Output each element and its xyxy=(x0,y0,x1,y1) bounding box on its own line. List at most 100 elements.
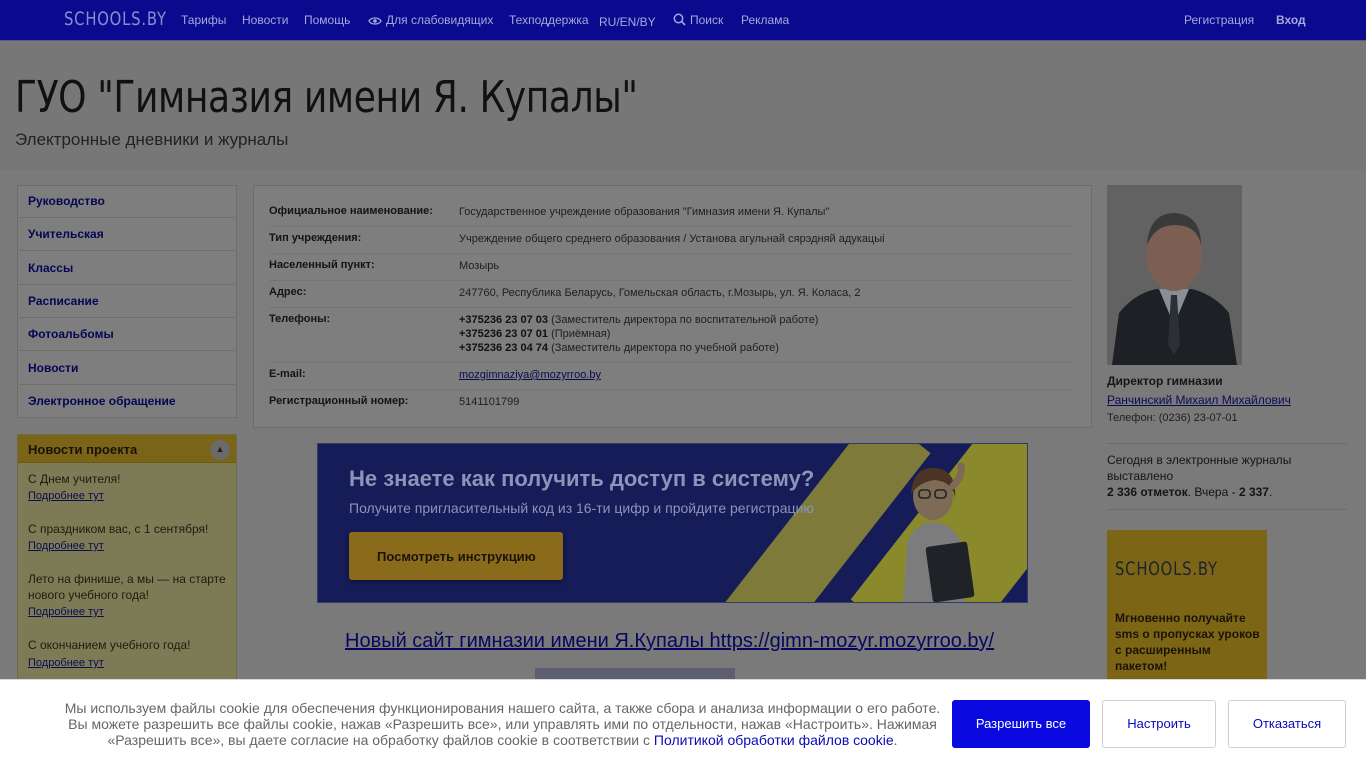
registration-number-label: Регистрационный номер: xyxy=(269,395,409,407)
phone-line: +375236 23 07 01 (Приёмная) xyxy=(459,327,610,341)
login-link[interactable]: Вход xyxy=(1276,13,1306,27)
phone-note: (Заместитель директора по учебной работе… xyxy=(551,342,779,354)
nav-link-ads[interactable]: Реклама xyxy=(741,13,789,27)
phone-note: (Приёмная) xyxy=(551,328,611,340)
news-item-more-link[interactable]: Подробнее тут xyxy=(28,657,104,669)
director-portrait xyxy=(1107,185,1242,365)
news-item-more-link[interactable]: Подробнее тут xyxy=(28,540,104,552)
sidebar-item-teachers[interactable]: Учительская xyxy=(28,227,104,241)
view-instructions-button[interactable]: Посмотреть инструкцию xyxy=(349,532,563,580)
cookie-text-end: . xyxy=(893,732,898,748)
address-label: Адрес: xyxy=(269,286,307,298)
phone-number[interactable]: +375236 23 07 03 xyxy=(459,314,548,326)
sidebar-menu: Руководство Учительская Классы Расписани… xyxy=(17,185,237,418)
view-instructions-label: Посмотреть инструкцию xyxy=(377,549,536,564)
collapse-up-icon[interactable]: ▲ xyxy=(210,440,230,460)
register-link[interactable]: Регистрация xyxy=(1184,13,1254,27)
news-item-title: Лето на финише, а мы — на старте нового … xyxy=(28,572,226,602)
stats-prefix: Сегодня в электронные журналы выставлено xyxy=(1107,453,1292,483)
divider xyxy=(269,389,1074,390)
stats-yesterday: 2 337 xyxy=(1238,485,1269,499)
locality-value: Мозырь xyxy=(459,260,500,272)
phone-line: +375236 23 04 74 (Заместитель директора … xyxy=(459,341,779,355)
divider xyxy=(19,250,235,251)
divider xyxy=(1107,443,1347,444)
director-photo xyxy=(1107,185,1242,365)
language-switcher[interactable]: RU/EN/BY xyxy=(599,15,656,29)
nav-link-low-vision-label: Для слабовидящих xyxy=(386,13,494,27)
divider xyxy=(19,384,235,385)
sms-advertisement[interactable]: SCHOOLS.BY Мгновенно получайте sms о про… xyxy=(1107,530,1267,690)
divider xyxy=(19,284,235,285)
registration-number-value: 5141101799 xyxy=(459,396,520,408)
divider xyxy=(19,217,235,218)
locality-label: Населенный пункт: xyxy=(269,259,375,271)
nav-link-tariffs[interactable]: Тарифы xyxy=(181,13,226,27)
email-label: E-mail: xyxy=(269,368,306,380)
phones-label: Телефоны: xyxy=(269,313,331,325)
divider xyxy=(269,253,1074,254)
divider xyxy=(269,362,1074,363)
page-subtitle: Электронные дневники и журналы xyxy=(15,130,289,149)
banner-title: Не знаете как получить доступ в систему? xyxy=(349,466,815,491)
school-info-card: Официальное наименование: Государственно… xyxy=(253,185,1092,428)
cookie-settings-button[interactable]: Настроить xyxy=(1102,700,1216,748)
top-navigation-bar: SCHOOLS.BY Тарифы Новости Помощь Для сла… xyxy=(0,0,1366,41)
institution-type-value: Учреждение общего среднего образования /… xyxy=(459,233,885,245)
email-value: mozgimnaziya@mozyrroo.by xyxy=(459,368,601,382)
phone-number[interactable]: +375236 23 07 01 xyxy=(459,328,548,340)
divider xyxy=(269,307,1074,308)
eye-icon xyxy=(368,17,382,25)
ad-text: Мгновенно получайте sms о пропусках урок… xyxy=(1115,611,1260,673)
allow-all-cookies-button[interactable]: Разрешить все xyxy=(952,700,1090,748)
ad-logo: SCHOOLS.BY xyxy=(1115,558,1218,580)
nav-link-support[interactable]: Техподдержка xyxy=(509,13,589,27)
official-name-label: Официальное наименование: xyxy=(269,205,433,217)
new-site-link[interactable]: Новый сайт гимназии имени Я.Купалы https… xyxy=(345,630,994,653)
director-name-link[interactable]: Ранчинский Михаил Михайлович xyxy=(1107,393,1291,407)
address-value: 247760, Республика Беларусь, Гомельская … xyxy=(459,287,861,299)
sidebar-item-management[interactable]: Руководство xyxy=(28,194,105,208)
nav-link-search-label: Поиск xyxy=(690,13,724,27)
decline-cookies-button[interactable]: Отказаться xyxy=(1228,700,1346,748)
cookie-message: Мы используем файлы cookie для обеспечен… xyxy=(60,700,945,748)
nav-link-help[interactable]: Помощь xyxy=(304,13,350,27)
project-news-heading: Новости проекта xyxy=(28,442,138,457)
divider xyxy=(19,317,235,318)
woman-with-folder-illustration xyxy=(903,462,975,602)
project-news-header[interactable]: Новости проекта ▲ xyxy=(18,435,236,463)
phone-note: (Заместитель директора по воспитательной… xyxy=(551,314,819,326)
banner-subtitle: Получите пригласительный код из 16-ти ци… xyxy=(349,500,814,516)
email-link[interactable]: mozgimnaziya@mozyrroo.by xyxy=(459,369,601,381)
page-title: ГУО "Гимназия имени Я. Купалы" xyxy=(15,72,638,123)
sidebar-item-electronic-appeal[interactable]: Электронное обращение xyxy=(28,394,176,408)
divider xyxy=(1107,509,1347,510)
news-item-title: С окончанием учебного года! xyxy=(28,638,191,652)
sidebar-item-classes[interactable]: Классы xyxy=(28,261,73,275)
sidebar-item-schedule[interactable]: Расписание xyxy=(28,294,99,308)
nav-link-search[interactable]: Поиск xyxy=(673,13,723,27)
news-item-more-link[interactable]: Подробнее тут xyxy=(28,606,104,618)
stats-suffix: . xyxy=(1268,485,1273,499)
phone-number[interactable]: +375236 23 04 74 xyxy=(459,342,548,354)
director-phone: Телефон: (0236) 23-07-01 xyxy=(1107,412,1238,424)
director-title: Директор гимназии xyxy=(1107,374,1223,388)
stats-middle: . Вчера - xyxy=(1187,485,1239,499)
official-name-value: Государственное учреждение образования "… xyxy=(459,206,830,218)
news-item-more-link[interactable]: Подробнее тут xyxy=(28,490,104,502)
news-item-title: С Днем учителя! xyxy=(28,472,121,486)
access-instructions-banner[interactable]: Не знаете как получить доступ в систему?… xyxy=(317,443,1028,603)
sidebar-item-news[interactable]: Новости xyxy=(28,361,78,375)
nav-link-low-vision[interactable]: Для слабовидящих xyxy=(368,13,493,27)
phone-line: +375236 23 07 03 (Заместитель директора … xyxy=(459,313,818,327)
site-logo[interactable]: SCHOOLS.BY xyxy=(64,8,167,30)
search-icon xyxy=(673,13,686,26)
cookie-policy-link[interactable]: Политикой обработки файлов cookie xyxy=(654,732,894,748)
nav-link-news[interactable]: Новости xyxy=(242,13,288,27)
divider xyxy=(19,350,235,351)
sidebar-item-photo-albums[interactable]: Фотоальбомы xyxy=(28,327,114,341)
project-news-panel: Новости проекта ▲ С Днем учителя! Подроб… xyxy=(17,434,237,694)
divider xyxy=(269,280,1074,281)
institution-type-label: Тип учреждения: xyxy=(269,232,362,244)
cookie-consent-bar: Мы используем файлы cookie для обеспечен… xyxy=(0,679,1366,768)
